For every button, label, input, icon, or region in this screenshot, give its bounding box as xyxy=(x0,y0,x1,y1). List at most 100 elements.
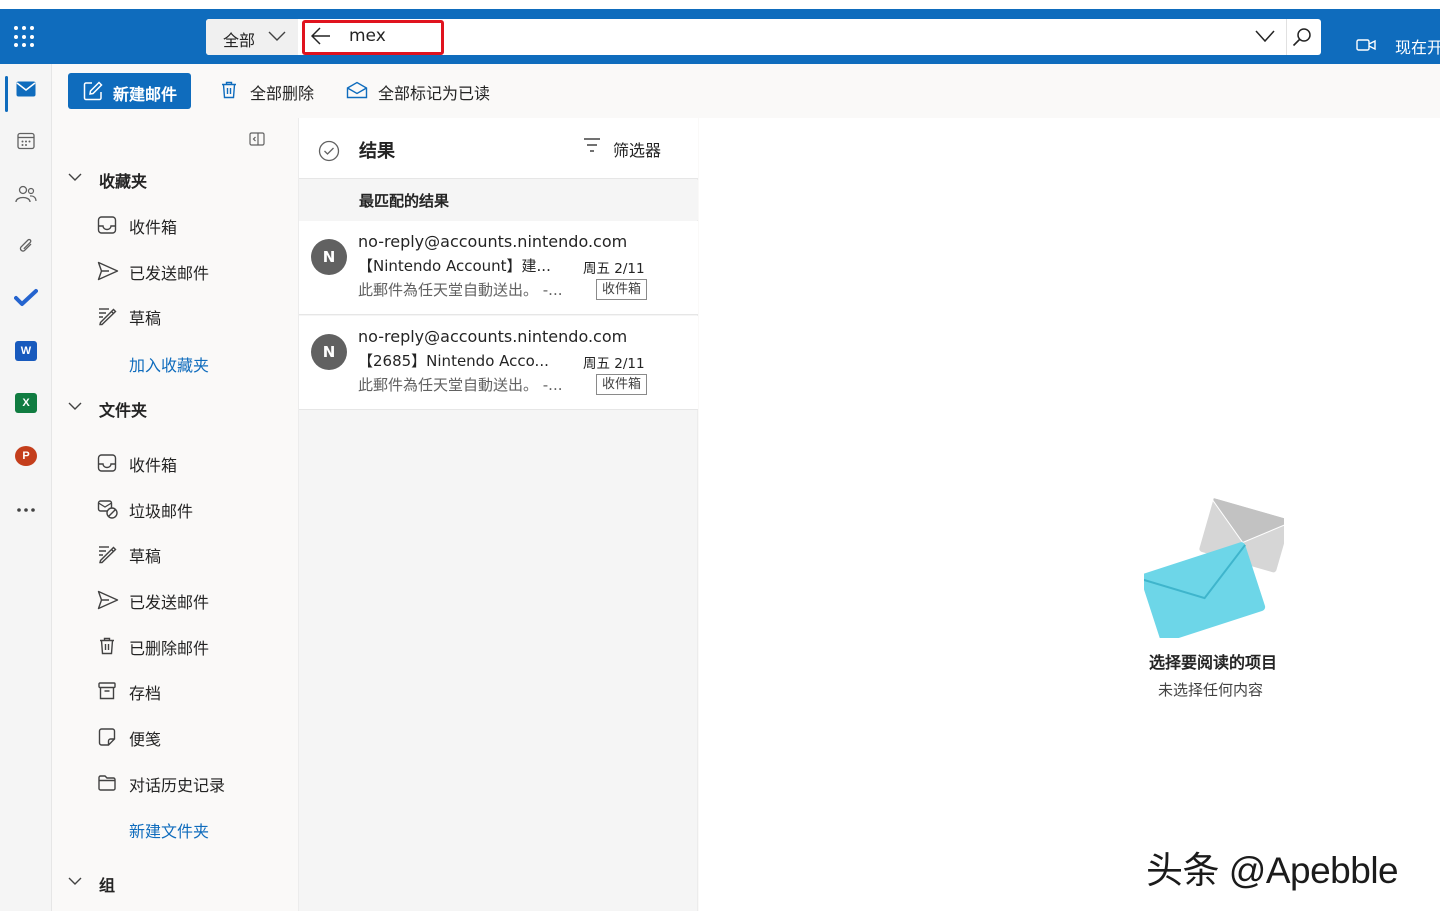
message-date: 周五 2/11 xyxy=(583,261,645,277)
favorite-item-label: 草稿 xyxy=(129,309,162,328)
folder-item-deleted[interactable]: 已删除邮件 xyxy=(97,635,277,658)
favorite-item-inbox[interactable]: 收件箱 xyxy=(97,214,277,237)
folder-item-archive[interactable]: 存档 xyxy=(97,680,277,703)
search-icon[interactable] xyxy=(1292,27,1312,47)
draft-icon xyxy=(99,546,117,564)
folders-section-toggle[interactable]: 文件夹 xyxy=(68,397,248,420)
new-mail-label: 新建邮件 xyxy=(113,85,178,104)
send-icon xyxy=(97,590,119,610)
filter-icon xyxy=(584,138,600,152)
app-launcher-icon[interactable] xyxy=(14,26,36,48)
calendar-icon xyxy=(17,132,35,150)
todo-icon xyxy=(14,289,38,306)
folder-item-drafts[interactable]: 草稿 xyxy=(97,543,277,566)
filter-label: 筛选器 xyxy=(613,141,662,160)
trash-icon xyxy=(222,81,236,99)
folder-icon xyxy=(98,775,116,791)
folder-item-label: 对话历史记录 xyxy=(129,776,226,795)
powerpoint-icon: P xyxy=(15,446,37,466)
chevron-down-icon xyxy=(268,31,286,41)
search-input[interactable]: mex xyxy=(349,26,386,46)
favorite-item-label: 已发送邮件 xyxy=(129,264,210,283)
message-subject: 【Nintendo Account】建... xyxy=(358,257,551,275)
watermark-text: 头条 @Apebble xyxy=(1146,850,1399,891)
folder-item-junk[interactable]: 垃圾邮件 xyxy=(97,498,277,521)
collapse-pane-icon[interactable] xyxy=(249,132,265,146)
search-scope-dropdown[interactable]: 全部 xyxy=(206,19,298,55)
message-date: 周五 2/11 xyxy=(583,356,645,372)
word-icon: W xyxy=(15,341,37,361)
reading-pane: 选择要阅读的项目 未选择任何内容 xyxy=(699,118,1440,911)
rail-todo[interactable] xyxy=(0,278,52,318)
rail-excel[interactable]: X xyxy=(0,383,52,423)
favorite-item-label: 收件箱 xyxy=(129,218,178,237)
app-rail: W X P xyxy=(0,64,52,911)
rail-calendar[interactable] xyxy=(0,121,52,161)
chevron-down-icon xyxy=(68,173,82,181)
message-list-header: 结果 筛选器 xyxy=(299,118,698,179)
groups-section-toggle[interactable]: 组 xyxy=(68,872,248,895)
rail-word[interactable]: W xyxy=(0,331,52,371)
folder-item-label: 已发送邮件 xyxy=(129,593,210,612)
rail-people[interactable] xyxy=(0,174,52,214)
mail-icon xyxy=(16,81,36,97)
excel-icon: X xyxy=(15,393,37,413)
search-scope-label: 全部 xyxy=(223,31,256,50)
search-options-chevron-icon[interactable] xyxy=(1255,29,1275,43)
folder-item-inbox[interactable]: 收件箱 xyxy=(97,452,277,475)
open-envelope-icon xyxy=(346,81,368,99)
groups-title: 组 xyxy=(99,876,116,895)
mark-all-read-button[interactable]: 全部标记为已读 xyxy=(346,80,496,103)
folders-title: 文件夹 xyxy=(99,401,148,420)
attachment-icon xyxy=(19,238,32,252)
inbox-icon xyxy=(97,454,117,472)
rail-powerpoint[interactable]: P xyxy=(0,436,52,476)
message-preview: 此郵件為任天堂自動送出。 -... xyxy=(358,281,563,299)
folder-item-label: 已删除邮件 xyxy=(129,639,210,658)
favorites-section-toggle[interactable]: 收藏夹 xyxy=(68,168,248,191)
rail-more-apps[interactable] xyxy=(0,490,52,530)
chevron-down-icon xyxy=(68,402,82,410)
message-sender: no-reply@accounts.nintendo.com xyxy=(358,232,628,251)
meet-now-button[interactable]: 现在开 xyxy=(1395,34,1440,58)
folder-item-sent[interactable]: 已发送邮件 xyxy=(97,589,277,612)
delete-all-button[interactable]: 全部删除 xyxy=(221,80,321,103)
folder-item-label: 存档 xyxy=(129,684,162,703)
message-folder-tag[interactable]: 收件箱 xyxy=(596,374,648,395)
inbox-icon xyxy=(97,216,117,234)
filter-button[interactable]: 筛选器 xyxy=(583,137,663,160)
rail-mail[interactable] xyxy=(0,69,52,112)
junk-icon xyxy=(97,500,118,519)
new-mail-button[interactable]: 新建邮件 xyxy=(68,73,191,109)
empty-state-title: 选择要阅读的项目 xyxy=(1149,653,1278,672)
message-sender: no-reply@accounts.nintendo.com xyxy=(358,327,628,346)
search-box[interactable]: 全部 mex xyxy=(206,19,1321,55)
new-folder-link[interactable]: 新建文件夹 xyxy=(129,818,209,842)
meet-now-icon[interactable] xyxy=(1356,38,1376,52)
empty-state-envelopes-icon xyxy=(1144,498,1284,638)
favorite-item-sent[interactable]: 已发送邮件 xyxy=(97,260,277,283)
folder-item-notes[interactable]: 便笺 xyxy=(97,726,277,749)
more-apps-icon xyxy=(17,508,35,512)
back-arrow-icon[interactable] xyxy=(311,27,331,45)
folder-item-conversation-history[interactable]: 对话历史记录 xyxy=(97,772,277,795)
folder-item-label: 垃圾邮件 xyxy=(129,502,194,521)
trash-icon xyxy=(100,637,114,655)
top-bar: 全部 mex 现在开 xyxy=(0,0,1440,64)
folder-item-label: 草稿 xyxy=(129,547,162,566)
compose-icon xyxy=(83,81,103,101)
rail-active-indicator xyxy=(5,76,8,112)
select-all-checkbox-icon[interactable] xyxy=(318,140,340,162)
add-favorite-link[interactable]: 加入收藏夹 xyxy=(129,352,209,376)
top-results-label: 最匹配的结果 xyxy=(359,192,450,210)
favorite-item-drafts[interactable]: 草稿 xyxy=(97,305,277,328)
message-folder-tag[interactable]: 收件箱 xyxy=(596,279,648,300)
message-item[interactable]: N no-reply@accounts.nintendo.com 【Ninten… xyxy=(299,221,698,315)
message-item[interactable]: N no-reply@accounts.nintendo.com 【2685】N… xyxy=(299,316,698,410)
avatar: N xyxy=(311,239,347,275)
send-icon xyxy=(97,261,119,281)
rail-files[interactable] xyxy=(0,226,52,266)
favorites-title: 收藏夹 xyxy=(99,172,148,191)
message-list: 结果 筛选器 最匹配的结果 N no-reply@accounts.ninten… xyxy=(298,118,698,911)
folder-item-label: 收件箱 xyxy=(129,456,178,475)
